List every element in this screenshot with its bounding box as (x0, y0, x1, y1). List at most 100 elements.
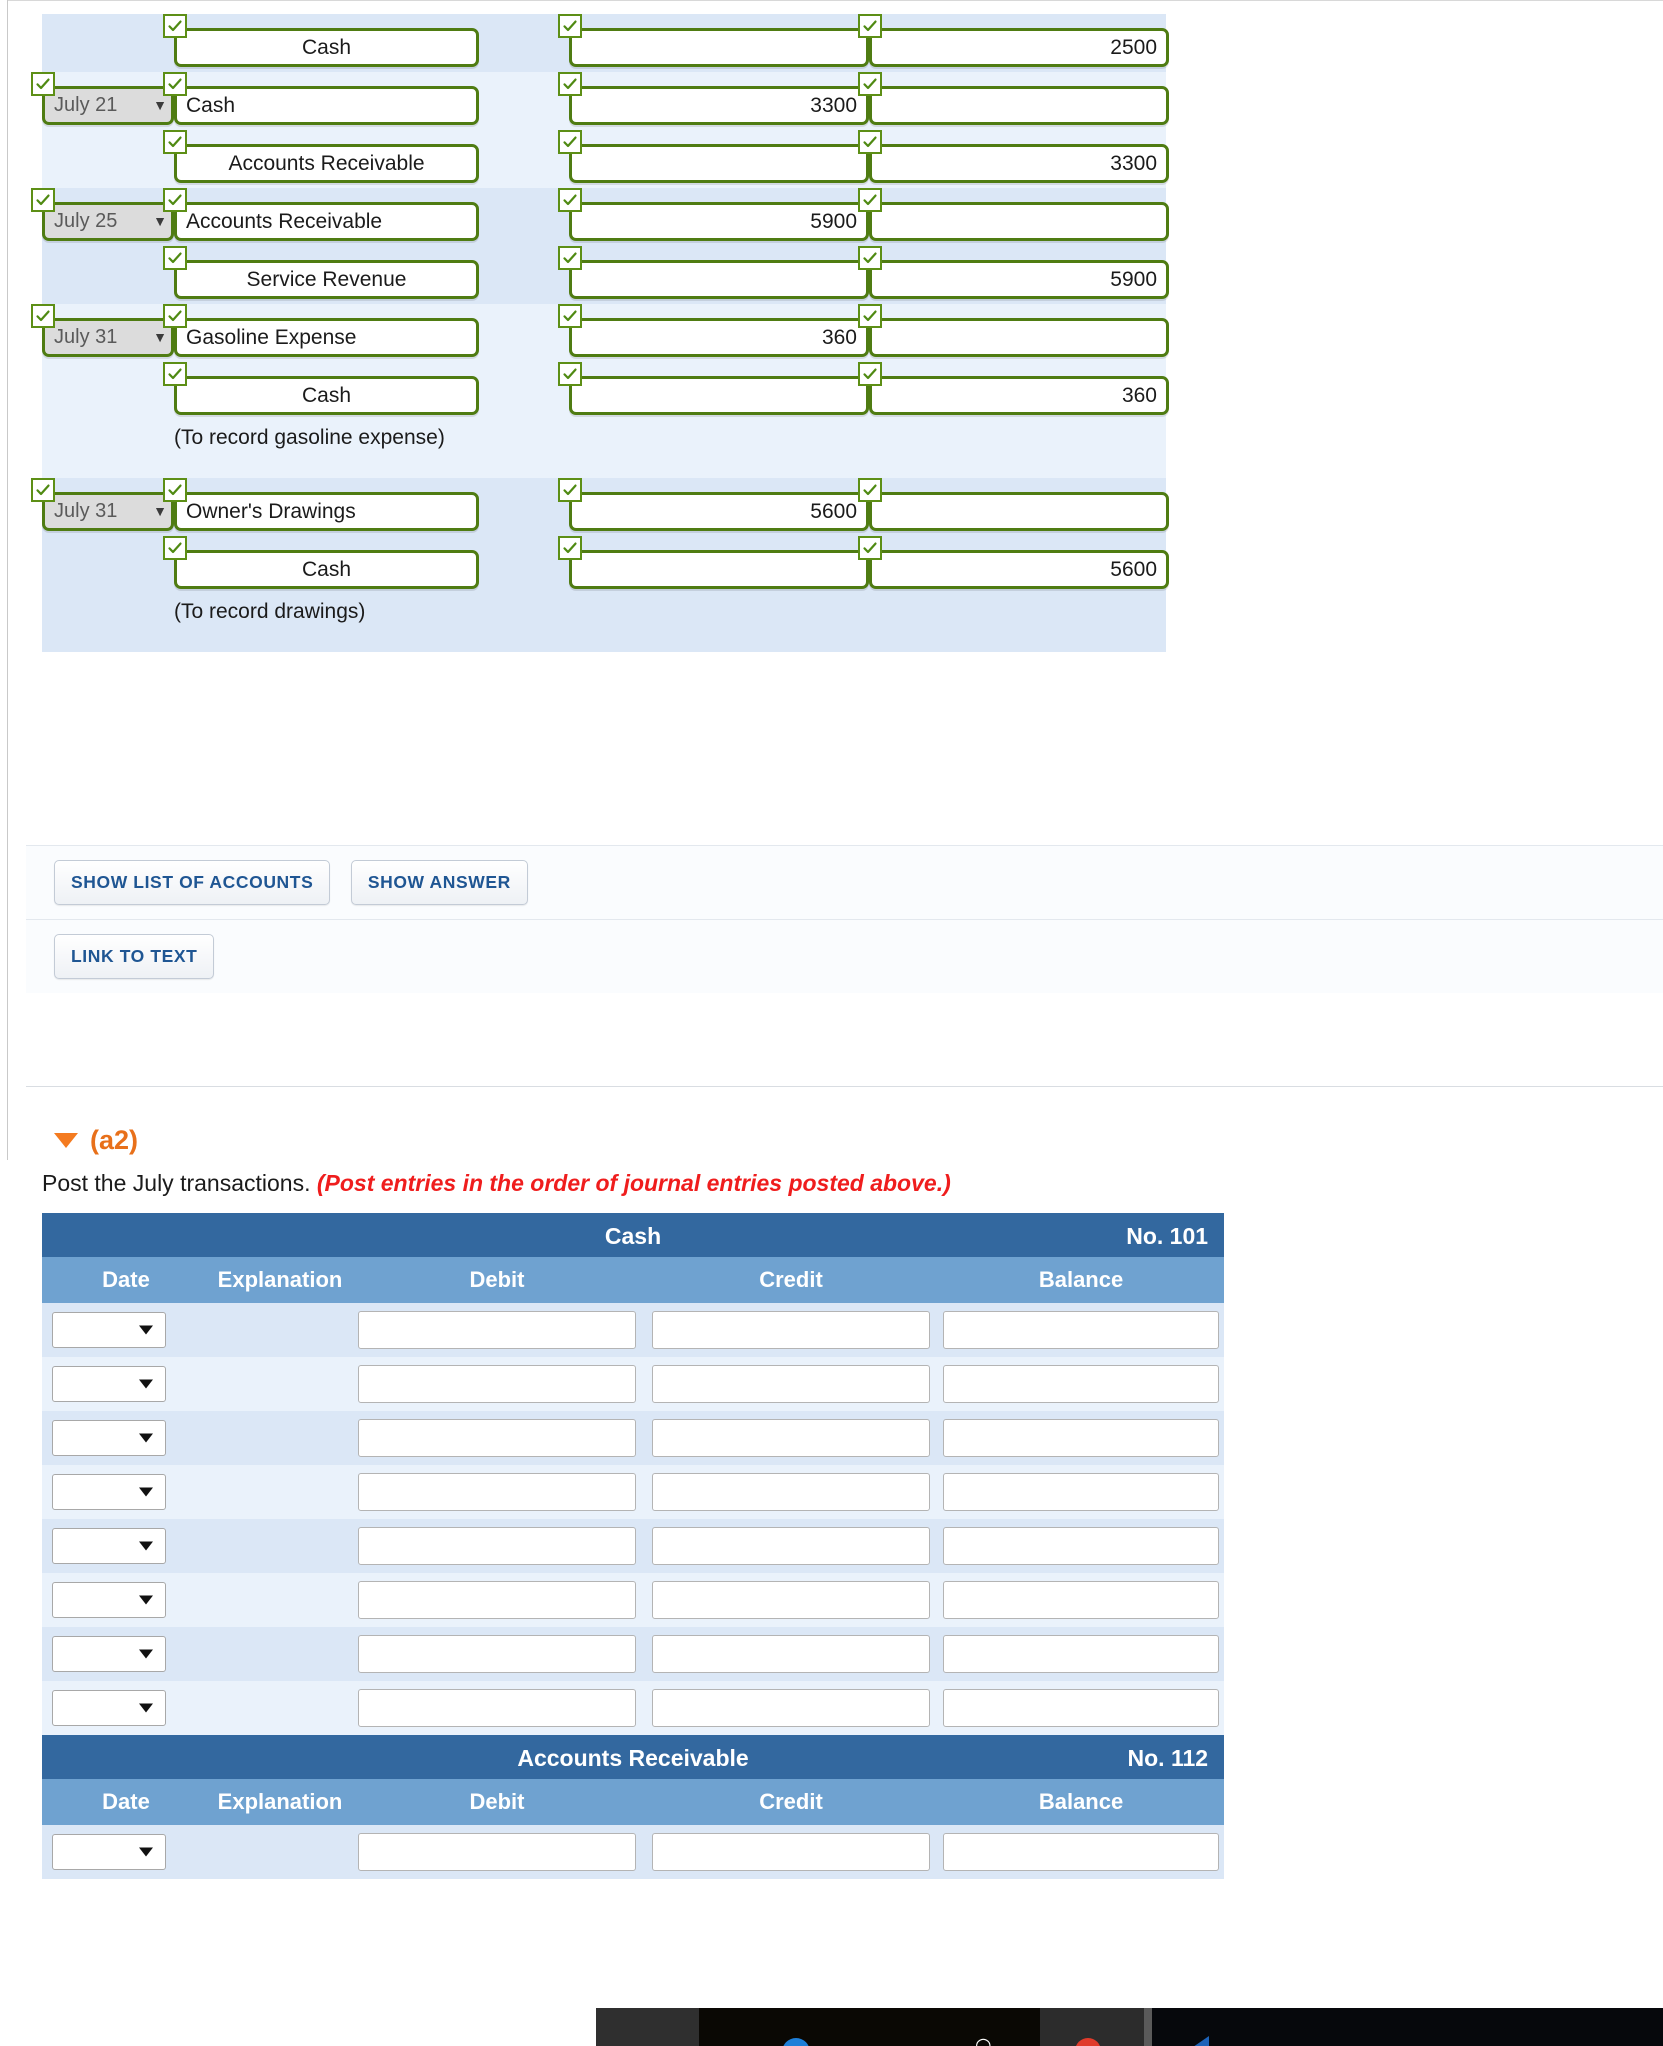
ledger-balance-input[interactable] (943, 1689, 1220, 1727)
ledger-credit-input[interactable] (652, 1365, 930, 1403)
taskbar-media-icon[interactable] (1193, 2036, 1209, 2046)
journal-field[interactable]: 5900 (558, 188, 869, 241)
debit-input[interactable] (569, 550, 869, 589)
journal-field[interactable]: 3300 (558, 72, 869, 125)
credit-input[interactable]: 5600 (869, 550, 1169, 589)
ledger-date-select[interactable] (52, 1528, 166, 1564)
show-answer-button[interactable]: SHOW ANSWER (350, 860, 528, 905)
journal-field[interactable]: Cash (163, 72, 479, 125)
journal-field[interactable]: Cash (163, 362, 479, 415)
account-input[interactable]: Accounts Receivable (174, 144, 479, 183)
account-input[interactable]: Accounts Receivable (174, 202, 479, 241)
journal-field[interactable]: Accounts Receivable (163, 188, 479, 241)
ledger-debit-input[interactable] (358, 1689, 636, 1727)
credit-input[interactable]: 5900 (869, 260, 1169, 299)
date-select[interactable]: July 21 ▼ (42, 86, 174, 125)
journal-date-field[interactable]: July 31 ▼ (31, 478, 174, 531)
ledger-debit-input[interactable] (358, 1635, 636, 1673)
ledger-debit-input[interactable] (358, 1581, 636, 1619)
credit-input[interactable]: 360 (869, 376, 1169, 415)
journal-field[interactable]: 5600 (558, 478, 869, 531)
debit-input[interactable]: 360 (569, 318, 869, 357)
ledger-debit-input[interactable] (358, 1527, 636, 1565)
account-input[interactable]: Cash (174, 28, 479, 67)
journal-field[interactable] (558, 246, 869, 299)
date-select[interactable]: July 31 ▼ (42, 318, 174, 357)
journal-field[interactable]: 5600 (858, 536, 1169, 589)
ledger-credit-input[interactable] (652, 1419, 930, 1457)
journal-field[interactable]: Owner's Drawings (163, 478, 479, 531)
collapse-triangle-icon[interactable] (54, 1133, 78, 1148)
account-input[interactable]: Cash (174, 86, 479, 125)
ledger-balance-input[interactable] (943, 1833, 1220, 1871)
journal-field[interactable] (858, 188, 1169, 241)
ledger-balance-input[interactable] (943, 1635, 1220, 1673)
debit-input[interactable] (569, 28, 869, 67)
credit-input[interactable] (869, 86, 1169, 125)
journal-field[interactable]: Gasoline Expense (163, 304, 479, 357)
journal-field[interactable]: Accounts Receivable (163, 130, 479, 183)
account-input[interactable]: Cash (174, 550, 479, 589)
journal-date-field[interactable]: July 25 ▼ (31, 188, 174, 241)
ledger-date-select[interactable] (52, 1834, 166, 1870)
journal-field[interactable]: Cash (163, 536, 479, 589)
ledger-credit-input[interactable] (652, 1527, 930, 1565)
ledger-balance-input[interactable] (943, 1581, 1220, 1619)
journal-field[interactable]: Service Revenue (163, 246, 479, 299)
journal-field[interactable]: 360 (858, 362, 1169, 415)
credit-input[interactable] (869, 202, 1169, 241)
credit-input[interactable] (869, 492, 1169, 531)
debit-input[interactable]: 5900 (569, 202, 869, 241)
ledger-date-select[interactable] (52, 1690, 166, 1726)
ledger-balance-input[interactable] (943, 1527, 1220, 1565)
ledger-debit-input[interactable] (358, 1311, 636, 1349)
account-input[interactable]: Service Revenue (174, 260, 479, 299)
credit-input[interactable] (869, 318, 1169, 357)
ledger-credit-input[interactable] (652, 1635, 930, 1673)
journal-field[interactable] (558, 362, 869, 415)
journal-field[interactable] (858, 72, 1169, 125)
ledger-credit-input[interactable] (652, 1581, 930, 1619)
ledger-debit-input[interactable] (358, 1365, 636, 1403)
journal-field[interactable] (858, 478, 1169, 531)
account-input[interactable]: Owner's Drawings (174, 492, 479, 531)
ledger-balance-input[interactable] (943, 1311, 1220, 1349)
account-input[interactable]: Cash (174, 376, 479, 415)
ledger-balance-input[interactable] (943, 1419, 1220, 1457)
ledger-balance-input[interactable] (943, 1365, 1220, 1403)
ledger-date-select[interactable] (52, 1312, 166, 1348)
journal-field[interactable]: 3300 (858, 130, 1169, 183)
journal-field[interactable] (558, 536, 869, 589)
ledger-debit-input[interactable] (358, 1833, 636, 1871)
ledger-debit-input[interactable] (358, 1419, 636, 1457)
ledger-balance-input[interactable] (943, 1473, 1220, 1511)
debit-input[interactable]: 3300 (569, 86, 869, 125)
debit-input[interactable] (569, 376, 869, 415)
ledger-credit-input[interactable] (652, 1833, 930, 1871)
credit-input[interactable]: 2500 (869, 28, 1169, 67)
ledger-credit-input[interactable] (652, 1689, 930, 1727)
ledger-date-select[interactable] (52, 1420, 166, 1456)
journal-field[interactable]: Cash (163, 14, 479, 67)
account-input[interactable]: Gasoline Expense (174, 318, 479, 357)
journal-field[interactable]: 360 (558, 304, 869, 357)
show-list-of-accounts-button[interactable]: SHOW LIST OF ACCOUNTS (54, 860, 331, 905)
date-select[interactable]: July 31 ▼ (42, 492, 174, 531)
journal-date-field[interactable]: July 21 ▼ (31, 72, 174, 125)
date-select[interactable]: July 25 ▼ (42, 202, 174, 241)
journal-field[interactable] (558, 14, 869, 67)
journal-field[interactable] (858, 304, 1169, 357)
debit-input[interactable] (569, 144, 869, 183)
ledger-credit-input[interactable] (652, 1473, 930, 1511)
ledger-debit-input[interactable] (358, 1473, 636, 1511)
ledger-date-select[interactable] (52, 1366, 166, 1402)
journal-field[interactable]: 5900 (858, 246, 1169, 299)
journal-date-field[interactable]: July 31 ▼ (31, 304, 174, 357)
ledger-date-select[interactable] (52, 1636, 166, 1672)
ledger-date-select[interactable] (52, 1582, 166, 1618)
ledger-date-select[interactable] (52, 1474, 166, 1510)
journal-field[interactable]: 2500 (858, 14, 1169, 67)
debit-input[interactable]: 5600 (569, 492, 869, 531)
credit-input[interactable]: 3300 (869, 144, 1169, 183)
debit-input[interactable] (569, 260, 869, 299)
